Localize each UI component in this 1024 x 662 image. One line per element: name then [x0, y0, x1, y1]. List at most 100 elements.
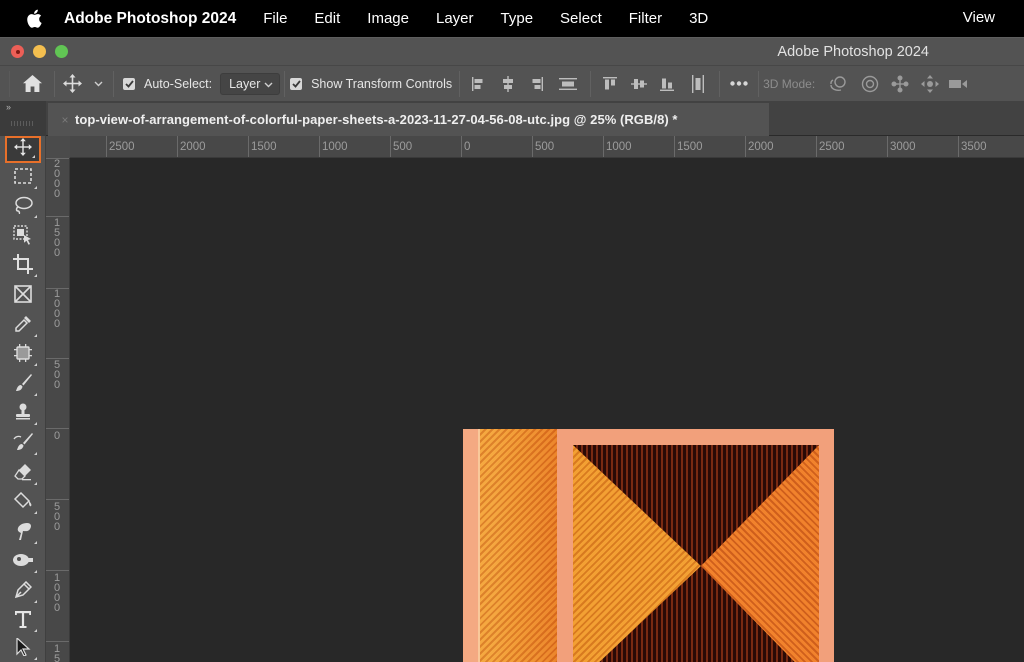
dodge-tool[interactable]: [5, 549, 41, 576]
move-tool-icon[interactable]: [55, 74, 89, 93]
tool-flyout-indicator: [34, 452, 37, 455]
pan-3d-icon[interactable]: [885, 75, 915, 93]
divider: [284, 70, 286, 97]
spot-healing-brush-tool[interactable]: [5, 342, 41, 369]
smudge-tool[interactable]: [5, 520, 41, 547]
ruler-label: 0: [464, 141, 471, 153]
vertical-ruler[interactable]: 2000 1500 1000 500 0 500 1000 15: [46, 158, 70, 662]
auto-select-target-dropdown[interactable]: Layer: [220, 72, 281, 95]
divider: [719, 70, 721, 97]
pen-tool[interactable]: [5, 579, 41, 606]
lasso-tool[interactable]: [5, 194, 41, 221]
object-selection-icon: [13, 225, 33, 250]
rectangular-marquee-tool[interactable]: [5, 165, 41, 192]
ruler-label: 500: [53, 501, 61, 533]
menu-select[interactable]: Select: [560, 10, 602, 27]
menu-layer[interactable]: Layer: [436, 10, 474, 27]
ruler-origin[interactable]: [46, 136, 70, 158]
slide-3d-icon[interactable]: [915, 74, 945, 93]
ruler-tick: [532, 136, 533, 157]
paint-bucket-tool[interactable]: [5, 490, 41, 517]
eraser-tool[interactable]: [5, 461, 41, 488]
document-tab[interactable]: × top-view-of-arrangement-of-colorful-pa…: [48, 103, 769, 136]
menu-view[interactable]: View: [963, 9, 995, 26]
menu-filter[interactable]: Filter: [629, 10, 662, 27]
image-peach-edge: [463, 429, 480, 662]
distribute-vertical-icon[interactable]: [550, 77, 586, 91]
menu-edit[interactable]: Edit: [314, 10, 340, 27]
menu-app-name[interactable]: Adobe Photoshop 2024: [64, 10, 236, 28]
tool-flyout-indicator: [34, 334, 37, 337]
menu-image[interactable]: Image: [367, 10, 409, 27]
brush-tool[interactable]: [5, 372, 41, 399]
align-vertical-centers-icon[interactable]: [625, 76, 653, 92]
menu-3d[interactable]: 3D: [689, 10, 708, 27]
ruler-label: 1500: [677, 141, 703, 153]
lasso-icon: [13, 196, 33, 219]
frame-icon: [14, 285, 32, 308]
window-titlebar: Adobe Photoshop 2024: [0, 37, 1024, 65]
frame-tool[interactable]: [5, 283, 41, 310]
chevron-down-icon: [264, 77, 273, 91]
crop-tool[interactable]: [5, 253, 41, 280]
show-transform-controls-checkbox[interactable]: [290, 77, 303, 90]
tool-flyout-indicator: [34, 600, 37, 603]
window-zoom-button[interactable]: [55, 45, 68, 58]
move-tool[interactable]: [5, 136, 41, 163]
panel-grip-handle[interactable]: [11, 121, 33, 126]
ruler-label: 2500: [109, 141, 135, 153]
path-selection-tool[interactable]: [5, 636, 41, 662]
horizontal-ruler[interactable]: 2500 2000 1500 1000 500 0 500 1000 1500 …: [46, 136, 1024, 158]
ruler-label: 1500: [53, 217, 61, 259]
menu-type[interactable]: Type: [501, 10, 534, 27]
tool-flyout-indicator: [34, 541, 37, 544]
menu-file[interactable]: File: [263, 10, 287, 27]
window-minimize-button[interactable]: [33, 45, 46, 58]
tool-preset-chevron-icon[interactable]: [89, 81, 107, 87]
scale-3d-icon[interactable]: [945, 77, 973, 91]
type-tool[interactable]: [5, 608, 41, 635]
ruler-tick: [603, 136, 604, 157]
ruler-tick: [46, 428, 69, 429]
window-close-button[interactable]: [11, 45, 24, 58]
canvas-area[interactable]: [70, 158, 1024, 662]
align-horizontal-centers-icon[interactable]: [494, 75, 522, 92]
apple-logo-icon[interactable]: [25, 9, 43, 29]
ruler-tick: [248, 136, 249, 157]
object-selection-tool[interactable]: [5, 224, 41, 251]
home-icon[interactable]: [10, 75, 54, 92]
divider: [113, 70, 114, 97]
eyedropper-tool[interactable]: [5, 313, 41, 340]
tool-flyout-indicator: [34, 393, 37, 396]
options-bar: Auto-Select: Layer Show Transform Contro…: [0, 65, 1024, 101]
ruler-tick: [390, 136, 391, 157]
align-right-edges-icon[interactable]: [522, 76, 550, 92]
ruler-tick: [887, 136, 888, 157]
ruler-label: 3500: [961, 141, 987, 153]
document-image[interactable]: [463, 429, 834, 662]
collapse-panel-button[interactable]: ››: [6, 102, 11, 112]
align-left-edges-icon[interactable]: [464, 76, 494, 92]
history-brush-icon: [13, 433, 33, 456]
distribute-horizontal-icon[interactable]: [681, 74, 715, 93]
history-brush-tool[interactable]: [5, 431, 41, 458]
align-top-edges-icon[interactable]: [595, 76, 625, 92]
ruler-label: 1000: [53, 572, 61, 614]
ruler-tick: [674, 136, 675, 157]
eraser-icon: [14, 463, 32, 486]
align-bottom-edges-icon[interactable]: [653, 76, 681, 92]
divider: [590, 70, 592, 97]
close-tab-icon[interactable]: ×: [55, 113, 75, 127]
tool-flyout-indicator: [34, 657, 37, 660]
auto-select-checkbox[interactable]: [123, 77, 135, 90]
ruler-tick: [46, 641, 69, 642]
tool-flyout-indicator: [34, 274, 37, 277]
healing-icon: [14, 344, 32, 367]
more-options-icon[interactable]: [724, 81, 754, 86]
clone-stamp-tool[interactable]: [5, 401, 41, 428]
orbit-3d-icon[interactable]: [823, 75, 855, 93]
paint-bucket-icon: [13, 491, 33, 515]
roll-3d-icon[interactable]: [855, 75, 885, 93]
window-title: Adobe Photoshop 2024: [777, 44, 929, 60]
image-dark-panel: [573, 445, 819, 662]
